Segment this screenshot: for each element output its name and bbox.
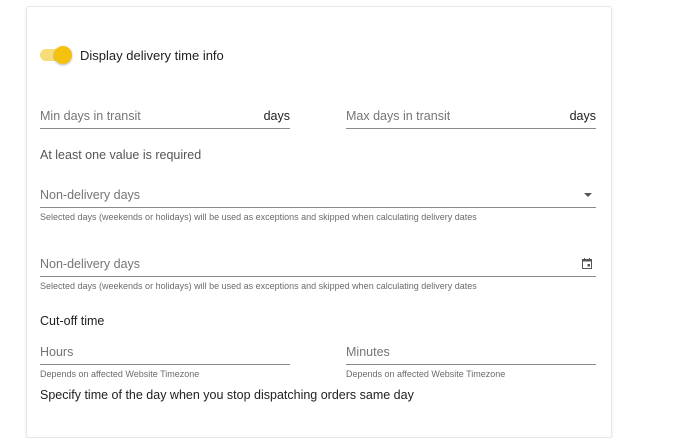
non-delivery-date-helper: Selected days (weekends or holidays) wil… xyxy=(40,281,477,291)
toggle-label: Display delivery time info xyxy=(80,48,224,63)
non-delivery-days-select[interactable]: Non-delivery days xyxy=(40,186,596,208)
non-delivery-date-placeholder: Non-delivery days xyxy=(40,257,141,271)
max-days-input[interactable]: Max days in transit days xyxy=(346,107,596,129)
cutoff-title: Cut-off time xyxy=(40,314,105,328)
chevron-down-icon xyxy=(584,193,592,197)
max-days-unit: days xyxy=(569,109,596,123)
non-delivery-days-datepicker[interactable]: Non-delivery days xyxy=(40,255,596,277)
required-message: At least one value is required xyxy=(40,148,202,162)
min-days-placeholder: Min days in transit xyxy=(40,109,141,123)
non-delivery-select-placeholder: Non-delivery days xyxy=(40,188,141,202)
minutes-input[interactable]: Minutes xyxy=(346,343,596,365)
delivery-time-toggle[interactable] xyxy=(40,46,74,64)
max-days-placeholder: Max days in transit xyxy=(346,109,451,123)
cutoff-description: Specify time of the day when you stop di… xyxy=(40,388,414,402)
toggle-thumb xyxy=(54,46,72,64)
hours-helper: Depends on affected Website Timezone xyxy=(40,369,200,379)
hours-placeholder: Hours xyxy=(40,345,74,359)
min-days-input[interactable]: Min days in transit days xyxy=(40,107,290,129)
minutes-placeholder: Minutes xyxy=(346,345,390,359)
calendar-icon[interactable] xyxy=(582,258,592,269)
hours-input[interactable]: Hours xyxy=(40,343,290,365)
non-delivery-select-helper: Selected days (weekends or holidays) wil… xyxy=(40,212,477,222)
min-days-unit: days xyxy=(263,109,290,123)
minutes-helper: Depends on affected Website Timezone xyxy=(346,369,506,379)
